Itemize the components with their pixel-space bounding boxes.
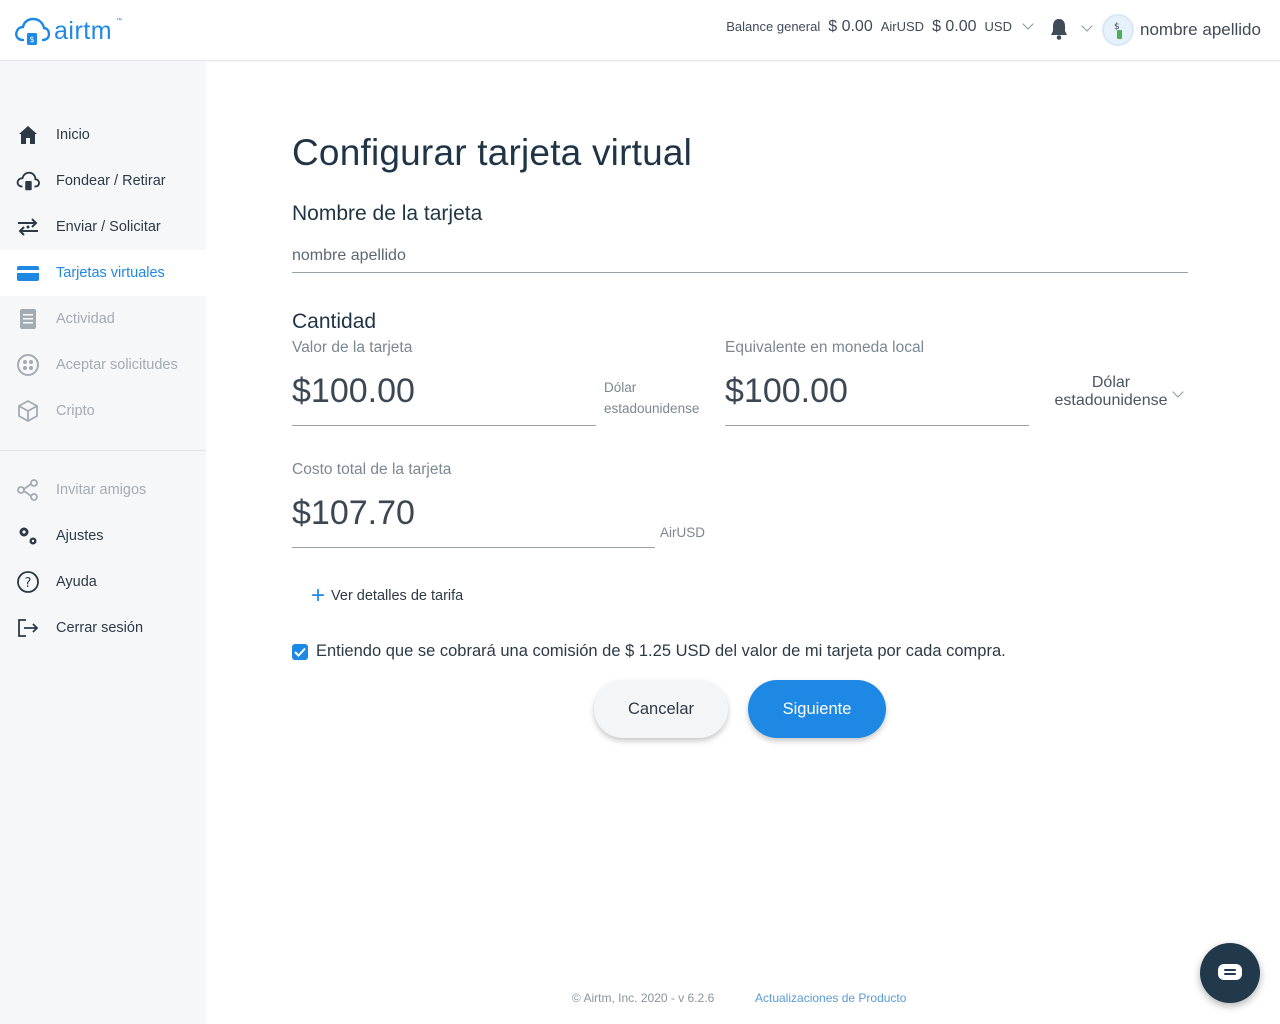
airtm-logo[interactable]: $ airtm ™: [14, 14, 122, 48]
chat-button[interactable]: [1200, 943, 1260, 1003]
balance-dropdown[interactable]: Balance general $ 0.00 AirUSD $ 0.00 USD: [726, 18, 1034, 36]
list-icon: [16, 307, 40, 331]
balance-usd-unit: USD: [984, 19, 1012, 34]
page-title: Configurar tarjeta virtual: [292, 132, 693, 173]
user-avatar-icon: $: [1114, 22, 1122, 39]
consent-text: Entiendo que se cobrará una comisión de …: [316, 642, 1006, 660]
chevron-down-icon: [1081, 20, 1093, 32]
chat-icon: [1218, 964, 1242, 980]
sidebar-item-inicio[interactable]: Inicio: [0, 112, 206, 158]
sidebar-item-label: Cripto: [56, 403, 95, 419]
card-value-label: Valor de la tarjeta: [292, 339, 413, 356]
transfer-icon: [16, 215, 40, 239]
logout-icon: [16, 616, 40, 640]
sidebar-item-label: Tarjetas virtuales: [56, 265, 165, 281]
sidebar-divider: [0, 450, 206, 451]
local-value-input[interactable]: $100.00: [725, 372, 848, 411]
sidebar-item-enviar-solicitar[interactable]: Enviar / Solicitar: [0, 204, 206, 250]
home-icon: [16, 123, 40, 147]
local-currency-line2: estadounidense: [1054, 392, 1168, 409]
requests-icon: [16, 353, 40, 377]
logo-trademark: ™: [116, 18, 123, 24]
sidebar-item-label: Actividad: [56, 311, 115, 327]
plus-icon: +: [311, 582, 326, 609]
sidebar-item-ajustes[interactable]: Ajustes: [0, 513, 206, 559]
total-cost-value: $107.70: [292, 494, 415, 532]
card-value-unit-line2: estadounidense: [604, 401, 700, 416]
sidebar: Inicio Fondear / Retirar Enviar / Solici…: [0, 61, 206, 1024]
balance-airusd-unit: AirUSD: [880, 19, 925, 34]
share-icon: [16, 478, 40, 502]
sidebar-item-fondear-retirar[interactable]: Fondear / Retirar: [0, 158, 206, 204]
logo-text: airtm: [54, 16, 113, 45]
total-cost-label: Costo total de la tarjeta: [292, 461, 452, 478]
help-icon: ?: [16, 570, 40, 594]
card-value-unit-line1: Dólar: [604, 380, 637, 395]
sidebar-item-label: Fondear / Retirar: [56, 173, 166, 189]
card-value-underline: [292, 425, 596, 426]
cube-icon: [16, 399, 40, 423]
top-header: $ airtm ™ Balance general $ 0.00 AirUSD …: [0, 0, 1280, 61]
footer-updates-link[interactable]: Actualizaciones de Producto: [755, 991, 906, 1005]
sidebar-item-ayuda[interactable]: ? Ayuda: [0, 559, 206, 605]
balance-airusd-amount: $ 0.00: [828, 18, 873, 35]
card-value-input[interactable]: $100.00: [292, 372, 415, 411]
cancel-button[interactable]: Cancelar: [594, 680, 728, 738]
sidebar-item-cerrar-sesion[interactable]: Cerrar sesión: [0, 605, 206, 651]
sidebar-item-label: Inicio: [56, 127, 90, 143]
consent-checkbox[interactable]: [292, 643, 308, 660]
sidebar-item-cripto[interactable]: Cripto: [0, 388, 206, 434]
sidebar-item-label: Invitar amigos: [56, 482, 147, 498]
footer-copyright: © Airtm, Inc. 2020 - v 6.2.6: [572, 991, 715, 1005]
card-name-input[interactable]: [292, 240, 1188, 273]
sidebar-item-aceptar-solicitudes[interactable]: Aceptar solicitudes: [0, 342, 206, 388]
card-value-unit: Dólar estadounidense: [604, 377, 699, 419]
sidebar-item-tarjetas-virtuales[interactable]: Tarjetas virtuales: [0, 250, 206, 296]
local-currency-select[interactable]: Dólar estadounidense: [1036, 374, 1186, 410]
notifications-button[interactable]: [1049, 17, 1093, 41]
card-icon: [16, 261, 40, 285]
total-cost-unit: AirUSD: [660, 525, 706, 540]
amount-title: Cantidad: [292, 310, 377, 333]
cloud-money-icon: [16, 169, 40, 193]
user-name: nombre apellido: [1140, 20, 1261, 39]
sidebar-item-invitar-amigos[interactable]: Invitar amigos: [0, 467, 206, 513]
sidebar-item-actividad[interactable]: Actividad: [0, 296, 206, 342]
avatar: $: [1102, 14, 1134, 46]
balance-usd-amount: $ 0.00: [932, 18, 977, 35]
sidebar-item-label: Enviar / Solicitar: [56, 219, 161, 235]
cloud-logo-icon: $: [15, 17, 50, 45]
local-currency-line1: Dólar: [1091, 374, 1131, 391]
bell-icon: [1051, 19, 1067, 40]
next-button[interactable]: Siguiente: [748, 680, 886, 738]
sidebar-item-label: Cerrar sesión: [56, 620, 144, 636]
consent-row: Entiendo que se cobrará una comisión de …: [292, 642, 1006, 661]
fee-details-link[interactable]: + Ver detalles de tarifa: [311, 582, 464, 609]
balance-label: Balance general: [726, 19, 821, 34]
chevron-down-icon: [1022, 18, 1034, 30]
local-equiv-label: Equivalente en moneda local: [725, 339, 925, 356]
checkmark-icon: [294, 647, 306, 657]
user-menu[interactable]: $ nombre apellido: [1102, 14, 1261, 46]
svg-text:$: $: [29, 35, 34, 44]
sidebar-item-label: Ajustes: [56, 528, 104, 544]
svg-text:?: ?: [25, 576, 32, 591]
fee-details-label: Ver detalles de tarifa: [331, 588, 464, 604]
gears-icon: [16, 524, 40, 548]
sidebar-item-label: Aceptar solicitudes: [56, 357, 178, 373]
total-cost-underline: [292, 547, 655, 548]
sidebar-item-label: Ayuda: [56, 574, 97, 590]
card-name-title: Nombre de la tarjeta: [292, 202, 483, 225]
local-value-underline: [725, 425, 1029, 426]
